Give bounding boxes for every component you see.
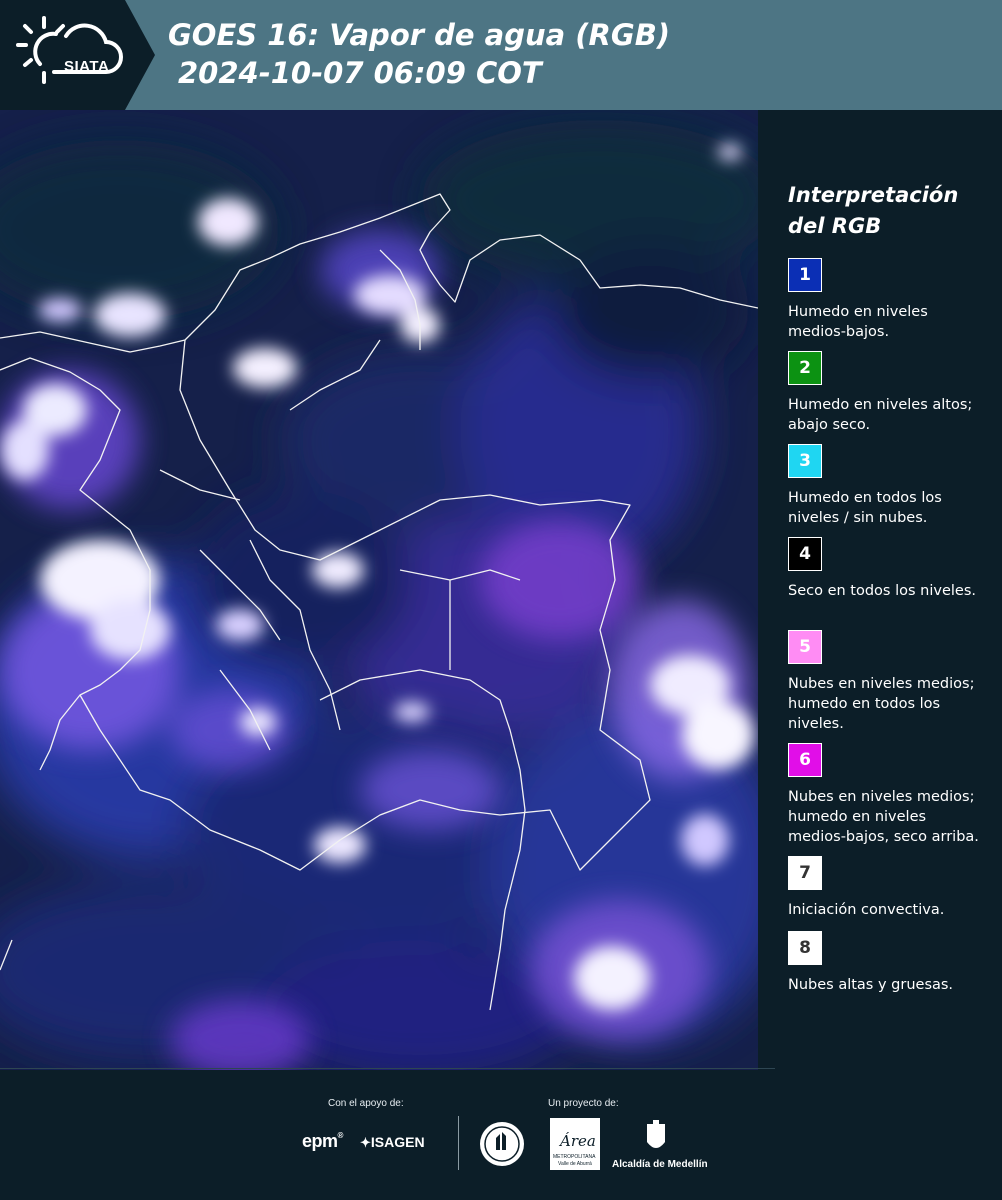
legend-swatch: 6 <box>788 743 822 777</box>
legend-description: Iniciación convectiva. <box>788 902 945 918</box>
footer-divider <box>0 1068 775 1069</box>
area-logo-line-2: METROPOLITANA <box>553 1154 596 1160</box>
siata-logo: SIATA <box>14 14 126 94</box>
legend-item-7: 7 Iniciación convectiva. <box>788 856 988 920</box>
legend-swatch: 1 <box>788 258 822 292</box>
legend-item-4: 4 Seco en todos los niveles. <box>788 537 988 601</box>
satellite-image <box>0 110 758 1070</box>
isagen-logo-text: ISAGEN <box>370 1134 425 1150</box>
logo-text: SIATA <box>64 58 110 75</box>
seal-icon <box>480 1122 524 1166</box>
legend-swatch: 4 <box>788 537 822 571</box>
legend-title: Interpretación del RGB <box>788 180 988 242</box>
legend-description: Humedo en niveles medios-bajos. <box>788 304 928 340</box>
legend-description: Nubes en niveles medios; humedo en todos… <box>788 676 975 732</box>
title-line-1: GOES 16: Vapor de agua (RGB) <box>168 18 671 52</box>
legend-swatch: 8 <box>788 931 822 965</box>
header: SIATA GOES 16: Vapor de agua (RGB) 2024-… <box>0 0 1002 110</box>
legend-swatch: 3 <box>788 444 822 478</box>
alcaldia-logo-text: Alcaldía de Medellín <box>612 1159 708 1170</box>
legend-item-6: 6 Nubes en niveles medios; humedo en nive… <box>788 743 988 847</box>
legend-item-2: 2 Humedo en niveles altos; abajo seco. <box>788 351 988 435</box>
area-logo-line-3: Valle de Aburrá <box>558 1161 592 1167</box>
isagen-icon: ✦ <box>360 1135 371 1150</box>
legend-title-line-2: del RGB <box>788 214 882 238</box>
title-line-2: 2024-10-07 06:09 COT <box>178 56 542 90</box>
legend-description: Humedo en todos los niveles / sin nubes. <box>788 490 942 526</box>
legend-item-3: 3 Humedo en todos los niveles / sin nubes… <box>788 444 988 528</box>
legend-swatch: 2 <box>788 351 822 385</box>
legend-swatch: 7 <box>788 856 822 890</box>
area-logo-text: Área <box>560 1132 596 1150</box>
footer-vertical-divider <box>458 1116 459 1170</box>
legend-description: Seco en todos los niveles. <box>788 583 976 599</box>
page-title: GOES 16: Vapor de agua (RGB) 2024-10-07 … <box>168 16 670 92</box>
epm-logo-text: epm <box>302 1131 338 1151</box>
legend: Interpretación del RGB 1 Humedo en nivele… <box>788 180 988 993</box>
project-label: Un proyecto de: <box>548 1098 619 1109</box>
legend-item-5: 5 Nubes en niveles medios; humedo en todo… <box>788 630 988 734</box>
legend-description: Nubes altas y gruesas. <box>788 977 954 993</box>
legend-description: Nubes en niveles medios; humedo en nivel… <box>788 789 979 845</box>
satellite-map <box>0 110 758 1070</box>
legend-item-8: 8 Nubes altas y gruesas. <box>788 931 988 995</box>
support-label: Con el apoyo de: <box>328 1098 404 1109</box>
medellin-crest-icon <box>647 1120 665 1148</box>
area-metropolitana-logo: Área METROPOLITANA Valle de Aburrá <box>550 1118 600 1170</box>
legend-item-1: 1 Humedo en niveles medios-bajos. <box>788 258 988 342</box>
sun-cloud-icon <box>16 16 123 84</box>
legend-title-line-1: Interpretación <box>788 183 959 207</box>
legend-swatch: 5 <box>788 630 822 664</box>
isagen-logo: ✦ISAGEN <box>360 1134 425 1151</box>
epm-logo: epm® <box>302 1131 343 1151</box>
legend-description: Humedo en niveles altos; abajo seco. <box>788 397 973 433</box>
